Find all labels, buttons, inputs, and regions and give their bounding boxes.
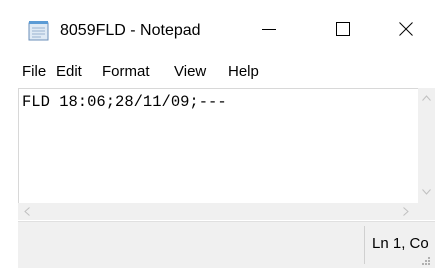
menu-format[interactable]: Format [102,62,150,82]
scroll-up-icon[interactable] [422,94,431,104]
notepad-icon[interactable] [27,20,51,41]
menu-view[interactable]: View [174,62,206,82]
vertical-scrollbar[interactable] [418,88,435,203]
maximize-button[interactable] [320,12,366,50]
maximize-icon [336,21,350,41]
close-icon [399,21,413,41]
scroll-left-icon[interactable] [24,207,30,219]
menu-help[interactable]: Help [228,62,259,82]
scrollbar-corner [418,203,435,220]
cursor-position: Ln 1, Co [372,235,429,252]
title-bar[interactable]: 8059FLD - Notepad [0,0,440,56]
close-button[interactable] [383,12,429,50]
menu-bar: File Edit Format View Help [0,57,440,85]
status-bar: Ln 1, Co [18,221,435,268]
editor-content[interactable]: FLD 18:06;28/11/09;--- [22,92,227,112]
minimize-button[interactable] [246,12,292,50]
status-divider [364,226,365,264]
minimize-icon [262,22,276,41]
text-editor[interactable]: FLD 18:06;28/11/09;--- [18,88,424,205]
window-title: 8059FLD - Notepad [60,22,201,39]
notepad-window: 8059FLD - Notepad File Edit Format View … [0,0,440,268]
scroll-down-icon[interactable] [422,188,431,198]
scroll-right-icon[interactable] [403,207,409,219]
resize-grip-icon[interactable] [420,252,430,265]
menu-file[interactable]: File [22,62,46,82]
menu-edit[interactable]: Edit [56,62,82,82]
horizontal-scrollbar[interactable] [18,203,418,220]
